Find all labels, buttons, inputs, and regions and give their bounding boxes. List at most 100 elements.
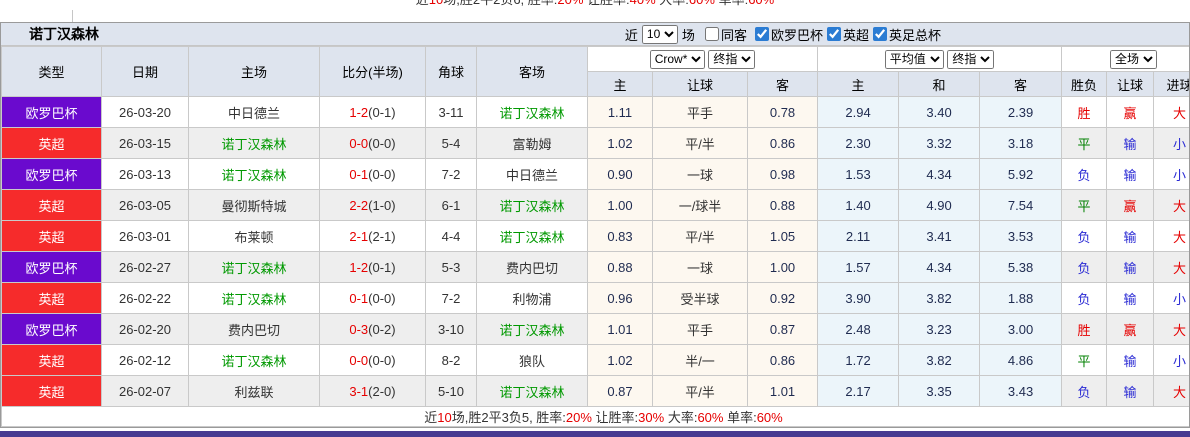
home-team-cell[interactable]: 布莱顿: [189, 221, 320, 252]
date-cell: 26-03-20: [102, 97, 189, 128]
home-team-cell[interactable]: 诺丁汉森林: [189, 128, 320, 159]
away-team-cell[interactable]: 诺丁汉森林: [477, 376, 588, 407]
away-team-cell[interactable]: 诺丁汉森林: [477, 314, 588, 345]
col-header-date: 日期: [102, 47, 189, 97]
asian-handicap-cell: 平手: [653, 97, 748, 128]
summary-part: 60%: [697, 410, 723, 425]
home-team-cell[interactable]: 中日德兰: [189, 97, 320, 128]
col-header-goals-result: 进球: [1154, 72, 1190, 97]
away-team-cell[interactable]: 中日德兰: [477, 159, 588, 190]
away-team-cell[interactable]: 诺丁汉森林: [477, 97, 588, 128]
col-header-euro-home: 主: [818, 72, 899, 97]
odds-company-stage-select[interactable]: 终指: [708, 50, 755, 69]
spacer: [0, 10, 1190, 22]
euro-home-odds-cell: 2.48: [818, 314, 899, 345]
summary-part: 单率:: [723, 410, 756, 425]
recent-label: 近: [625, 25, 638, 44]
asian-home-odds-cell: 0.87: [588, 376, 653, 407]
filter-europa-label: 欧罗巴杯: [771, 25, 823, 44]
away-team-cell[interactable]: 诺丁汉森林: [477, 221, 588, 252]
handicap-result-cell: 输: [1107, 345, 1154, 376]
europe-odds-selects-cell: 平均值 终指: [818, 47, 1062, 72]
result-cell: 胜: [1062, 97, 1107, 128]
col-header-corners: 角球: [426, 47, 477, 97]
asian-away-odds-cell: 0.88: [748, 190, 818, 221]
away-team-cell[interactable]: 费内巴切: [477, 252, 588, 283]
filter-europa-checkbox[interactable]: [755, 27, 769, 41]
asian-away-odds-cell: 0.98: [748, 159, 818, 190]
euro-draw-odds-cell: 3.82: [899, 345, 980, 376]
halftime-score: (0-1): [368, 260, 395, 275]
asian-handicap-cell: 半/一: [653, 345, 748, 376]
away-team-cell[interactable]: 诺丁汉森林: [477, 190, 588, 221]
date-cell: 26-03-05: [102, 190, 189, 221]
filter-facup-checkbox[interactable]: [873, 27, 887, 41]
home-team-cell[interactable]: 诺丁汉森林: [189, 159, 320, 190]
score-cell: 2-1(2-1): [320, 221, 426, 252]
halftime-score: (0-0): [368, 136, 395, 151]
away-team-cell[interactable]: 狼队: [477, 345, 588, 376]
fulltime-score: 0-0: [349, 136, 368, 151]
summary-part: 20%: [566, 410, 592, 425]
asian-home-odds-cell: 0.88: [588, 252, 653, 283]
date-cell: 26-02-22: [102, 283, 189, 314]
filter-epl-label: 英超: [843, 25, 869, 44]
home-team-cell[interactable]: 费内巴切: [189, 314, 320, 345]
goals-result-cell: 大: [1154, 314, 1190, 345]
clipped-summary-above: 近10场,胜2平2负6, 胜率:20% 让胜率:40% 大率:60% 单率:60…: [0, 0, 1190, 10]
away-team-cell[interactable]: 利物浦: [477, 283, 588, 314]
col-header-asian-away: 客: [748, 72, 818, 97]
goals-result-cell: 小: [1154, 159, 1190, 190]
halftime-score: (2-0): [368, 384, 395, 399]
asian-home-odds-cell: 0.90: [588, 159, 653, 190]
asian-home-odds-cell: 1.01: [588, 314, 653, 345]
fulltime-score: 0-3: [349, 322, 368, 337]
home-team-cell[interactable]: 诺丁汉森林: [189, 252, 320, 283]
asian-away-odds-cell: 1.00: [748, 252, 818, 283]
asian-away-odds-cell: 1.01: [748, 376, 818, 407]
date-cell: 26-02-27: [102, 252, 189, 283]
fulltime-score: 1-2: [349, 260, 368, 275]
score-cell: 1-2(0-1): [320, 97, 426, 128]
handicap-result-cell: 赢: [1107, 97, 1154, 128]
scope-select[interactable]: 全场: [1110, 50, 1157, 69]
corners-cell: 3-10: [426, 314, 477, 345]
summary-part: 让胜率:: [583, 0, 629, 7]
euro-away-odds-cell: 3.18: [980, 128, 1062, 159]
euro-away-odds-cell: 5.38: [980, 252, 1062, 283]
europe-stage-select[interactable]: 终指: [947, 50, 994, 69]
filter-epl-checkbox[interactable]: [827, 27, 841, 41]
corners-cell: 3-11: [426, 97, 477, 128]
date-cell: 26-02-12: [102, 345, 189, 376]
home-team-cell[interactable]: 利兹联: [189, 376, 320, 407]
asian-away-odds-cell: 0.87: [748, 314, 818, 345]
goals-result-cell: 大: [1154, 221, 1190, 252]
summary-part: 场,胜2平3负5, 胜率:: [452, 410, 566, 425]
goals-result-cell: 小: [1154, 345, 1190, 376]
asian-handicap-cell: 平/半: [653, 376, 748, 407]
summary-part: 30%: [638, 410, 664, 425]
asian-odds-selects-cell: Crow* 终指: [588, 47, 818, 72]
handicap-result-cell: 输: [1107, 376, 1154, 407]
league-badge-cell: 欧罗巴杯: [2, 97, 102, 128]
home-team-cell[interactable]: 诺丁汉森林: [189, 283, 320, 314]
same-away-checkbox[interactable]: [705, 27, 719, 41]
bottom-accent-bar: [0, 431, 1190, 437]
col-header-euro-draw: 和: [899, 72, 980, 97]
odds-company-select[interactable]: Crow*: [650, 50, 705, 69]
home-team-cell[interactable]: 曼彻斯特城: [189, 190, 320, 221]
col-header-type: 类型: [2, 47, 102, 97]
recent-count-select[interactable]: 10: [642, 25, 678, 44]
asian-handicap-cell: 一/球半: [653, 190, 748, 221]
home-team-cell[interactable]: 诺丁汉森林: [189, 345, 320, 376]
halftime-score: (1-0): [368, 198, 395, 213]
asian-handicap-cell: 受半球: [653, 283, 748, 314]
date-cell: 26-02-07: [102, 376, 189, 407]
games-label: 场: [682, 25, 695, 44]
away-team-cell[interactable]: 富勒姆: [477, 128, 588, 159]
header-row-dropdowns: 类型 日期 主场 比分(半场) 角球 客场 Crow* 终指 平均值: [2, 47, 1190, 72]
score-cell: 0-3(0-2): [320, 314, 426, 345]
summary-cell: 近10场,胜2平3负5, 胜率:20% 让胜率:30% 大率:60% 单率:60…: [2, 407, 1190, 427]
league-badge-cell: 欧罗巴杯: [2, 252, 102, 283]
europe-avg-select[interactable]: 平均值: [885, 50, 944, 69]
